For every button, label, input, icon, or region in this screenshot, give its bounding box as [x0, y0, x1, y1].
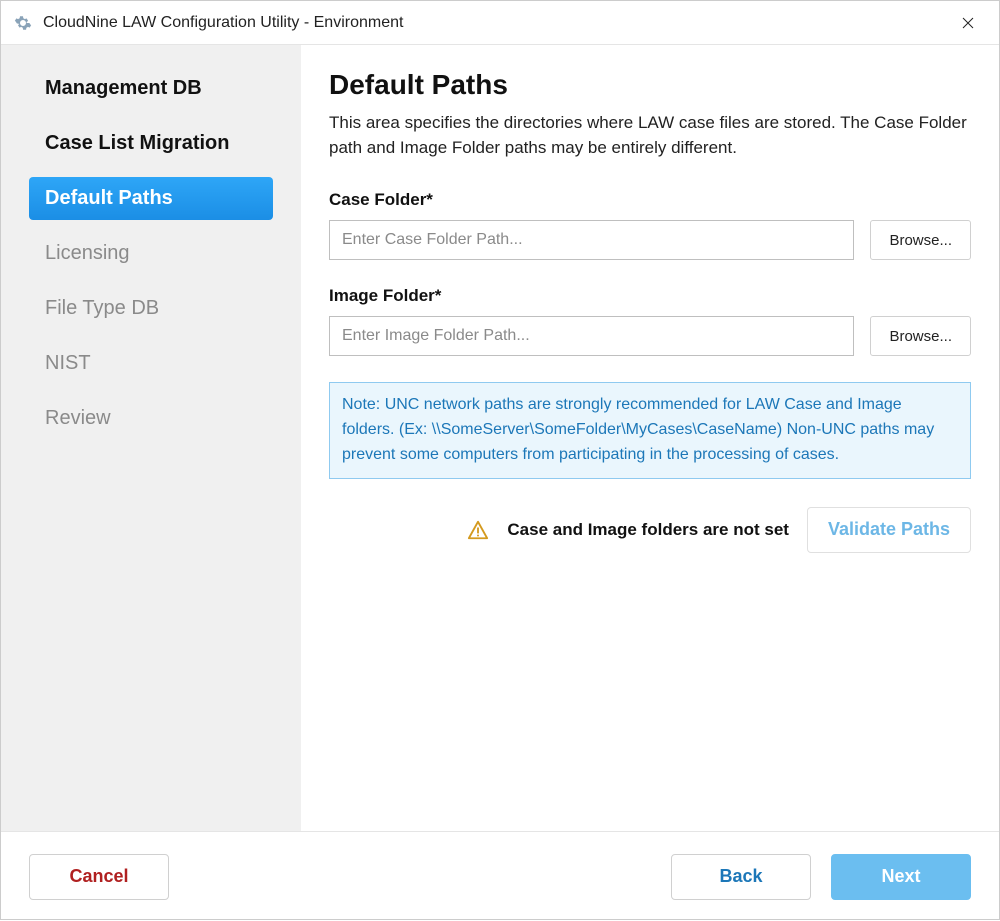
window-title: CloudNine LAW Configuration Utility - En…	[43, 14, 945, 32]
validate-row: Case and Image folders are not set Valid…	[329, 507, 971, 553]
close-button[interactable]	[945, 1, 991, 45]
next-button[interactable]: Next	[831, 854, 971, 900]
case-folder-label: Case Folder*	[329, 190, 971, 210]
sidebar-item-licensing[interactable]: Licensing	[29, 232, 273, 275]
app-gear-icon	[13, 13, 33, 33]
sidebar-item-case-list-migration[interactable]: Case List Migration	[29, 122, 273, 165]
page-title: Default Paths	[329, 69, 971, 101]
sidebar-item-review[interactable]: Review	[29, 397, 273, 440]
close-icon	[962, 17, 974, 29]
titlebar: CloudNine LAW Configuration Utility - En…	[1, 1, 999, 45]
image-folder-browse-button[interactable]: Browse...	[870, 316, 971, 356]
unc-note: Note: UNC network paths are strongly rec…	[329, 382, 971, 478]
image-folder-row: Browse...	[329, 316, 971, 356]
image-folder-label: Image Folder*	[329, 286, 971, 306]
sidebar-item-default-paths[interactable]: Default Paths	[29, 177, 273, 220]
sidebar-item-file-type-db[interactable]: File Type DB	[29, 287, 273, 330]
sidebar-item-nist[interactable]: NIST	[29, 342, 273, 385]
case-folder-browse-button[interactable]: Browse...	[870, 220, 971, 260]
cancel-button[interactable]: Cancel	[29, 854, 169, 900]
image-folder-input[interactable]	[329, 316, 854, 356]
case-folder-row: Browse...	[329, 220, 971, 260]
footer: Cancel Back Next	[1, 831, 999, 921]
warning-icon	[467, 519, 489, 541]
sidebar: Management DB Case List Migration Defaul…	[1, 45, 301, 831]
validate-paths-button[interactable]: Validate Paths	[807, 507, 971, 553]
case-folder-input[interactable]	[329, 220, 854, 260]
sidebar-item-management-db[interactable]: Management DB	[29, 67, 273, 110]
back-button[interactable]: Back	[671, 854, 811, 900]
page-description: This area specifies the directories wher…	[329, 111, 969, 160]
warning-text: Case and Image folders are not set	[507, 520, 789, 540]
body: Management DB Case List Migration Defaul…	[1, 45, 999, 831]
main-panel: Default Paths This area specifies the di…	[301, 45, 999, 831]
